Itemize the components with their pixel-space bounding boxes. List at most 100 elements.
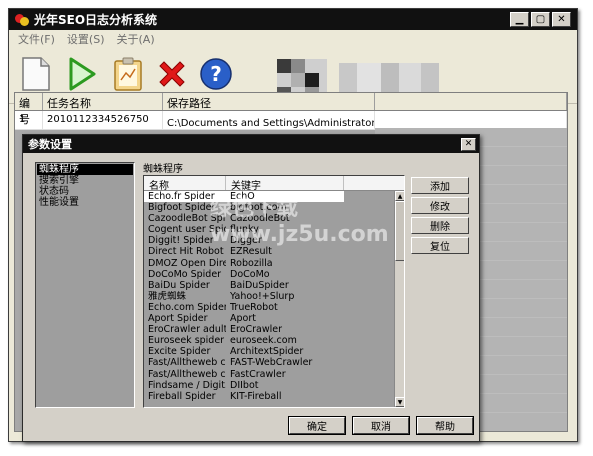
spider-name: Echo.fr Spider — [144, 191, 226, 203]
spider-keyword: CazoodleBot — [230, 213, 290, 225]
col-id-header[interactable]: 编号 — [15, 93, 43, 126]
table-row[interactable]: 雅虎蜘蛛 Yahoo!+Slurp — [144, 291, 404, 302]
spider-name: Excite Spider — [148, 346, 211, 358]
menu-settings[interactable]: 设置(S) — [67, 31, 105, 47]
spider-keyword: BaiDuSpider — [230, 279, 289, 291]
dialog-close-button[interactable]: ✕ — [461, 137, 476, 151]
app-logo-icon — [15, 13, 29, 26]
spider-grid-header: 名称 关键字 — [144, 176, 404, 192]
section-title: 蜘蛛程序 — [143, 164, 183, 175]
spider-keyword: FastCrawler — [230, 368, 286, 380]
table-row[interactable]: Fast/Alltheweb c... FAST-WebCrawler — [144, 357, 404, 368]
add-button[interactable]: 添加 — [411, 177, 469, 194]
col-keyword[interactable]: 关键字 — [226, 176, 344, 192]
delete-button[interactable]: 删除 — [411, 217, 469, 234]
scroll-down-icon[interactable]: ▼ — [395, 397, 404, 407]
spider-keyword: EchO — [226, 191, 344, 203]
spider-name: Euroseek spider — [148, 335, 225, 347]
table-row[interactable]: Echo.com Spider TrueRobot — [144, 302, 404, 313]
minimize-button[interactable]: ▁ — [510, 12, 529, 27]
table-row[interactable]: Aport Spider Aport — [144, 313, 404, 324]
spider-name: CazoodleBot Spi... — [148, 213, 226, 225]
table-row[interactable]: DoCoMo Spider DoCoMo — [144, 269, 404, 280]
spider-name: Bigfoot Spider — [148, 202, 216, 214]
spider-keyword: bigfoot.com — [230, 202, 287, 214]
maximize-button[interactable]: ▢ — [531, 12, 550, 27]
spider-keyword: DoCoMo — [230, 268, 270, 280]
menu-file[interactable]: 文件(F) — [18, 31, 55, 47]
spider-keyword: FAST-WebCrawler — [230, 357, 313, 369]
spider-name: Findsame / Digit... — [148, 379, 226, 391]
spider-keyword: euroseek.com — [230, 335, 297, 347]
col-path-header[interactable]: 保存路径 — [163, 93, 375, 110]
spider-name: DMOZ Open Dire... — [148, 257, 226, 269]
help-icon[interactable]: ? — [197, 55, 235, 93]
settings-tree: 蜘蛛程序 搜索引擎 状态码 性能设置 — [35, 162, 135, 408]
scroll-up-icon[interactable]: ▲ — [395, 191, 404, 201]
spider-name: Direct Hit Robot — [148, 246, 224, 258]
table-row[interactable]: Bigfoot Spider bigfoot.com — [144, 202, 404, 213]
blurred-banner — [339, 63, 439, 95]
edit-button[interactable]: 修改 — [411, 197, 469, 214]
spider-name: Fast/Alltheweb c... — [148, 368, 226, 380]
menu-about[interactable]: 关于(A) — [117, 31, 155, 47]
ok-button[interactable]: 确定 — [288, 416, 346, 435]
spider-name: EroCrawler adult... — [148, 324, 226, 336]
dialog-title: 参数设置 — [28, 138, 72, 151]
table-row[interactable]: Fireball Spider KIT-Fireball — [144, 391, 404, 402]
task-path: C:\Documents and Settings\Administrator\… — [163, 111, 375, 129]
tree-item-engines[interactable]: 搜索引擎 — [37, 175, 133, 186]
spider-name: Diggit! Spider — [148, 235, 214, 247]
help-button[interactable]: 帮助 — [416, 416, 474, 435]
tree-item-spiders[interactable]: 蜘蛛程序 — [37, 164, 133, 175]
scroll-thumb[interactable] — [395, 201, 404, 261]
spider-name: BaiDu Spider — [148, 279, 210, 291]
col-spider-name[interactable]: 名称 — [144, 176, 226, 192]
spider-grid[interactable]: 名称 关键字 Echo.fr Spider EchO Bigfoot Spider b… — [143, 175, 405, 408]
new-icon[interactable] — [17, 55, 55, 93]
task-id: 1 — [15, 111, 43, 129]
svg-text:?: ? — [210, 62, 222, 86]
tree-item-status-codes[interactable]: 状态码 — [37, 186, 133, 197]
delete-icon[interactable] — [153, 55, 191, 93]
spider-name: DoCoMo Spider — [148, 268, 222, 280]
col-name-header[interactable]: 任务名称 — [43, 93, 163, 110]
spider-keyword: Digger — [230, 235, 262, 247]
table-row[interactable]: BaiDu Spider BaiDuSpider — [144, 280, 404, 291]
table-row[interactable]: Direct Hit Robot EZResult — [144, 246, 404, 257]
close-button[interactable]: ✕ — [552, 12, 571, 27]
spider-name: Aport Spider — [148, 313, 208, 325]
cancel-button[interactable]: 取消 — [352, 416, 410, 435]
table-row[interactable]: Euroseek spider euroseek.com — [144, 335, 404, 346]
spider-keyword: Aport — [230, 313, 256, 325]
spider-keyword: Robozilla — [230, 257, 273, 269]
grid-scrollbar[interactable]: ▲ ▼ — [394, 191, 404, 407]
spider-name: Echo.com Spider — [148, 301, 226, 313]
table-row[interactable]: Findsame / Digit... DIIbot — [144, 380, 404, 391]
spider-keyword: EroCrawler — [230, 324, 283, 336]
spider-rows: Echo.fr Spider EchO Bigfoot Spider bigfoot.… — [144, 191, 404, 402]
table-row[interactable]: Cogent user Spider flunky — [144, 224, 404, 235]
spider-keyword: DIIbot — [230, 379, 259, 391]
spider-name: 雅虎蜘蛛 — [148, 290, 187, 302]
play-icon[interactable] — [63, 55, 101, 93]
clipboard-icon[interactable] — [109, 55, 147, 93]
table-row[interactable]: DMOZ Open Dire... Robozilla — [144, 258, 404, 269]
col-blank-header — [375, 93, 567, 110]
tree-item-performance[interactable]: 性能设置 — [37, 197, 133, 208]
task-list-header: 编号 任务名称 保存路径 — [15, 93, 567, 126]
reset-button[interactable]: 复位 — [411, 237, 469, 254]
table-row[interactable]: CazoodleBot Spi... CazoodleBot — [144, 213, 404, 224]
spider-keyword: KIT-Fireball — [230, 390, 282, 402]
window-title: 光年SEO日志分析系统 — [34, 13, 158, 27]
table-row[interactable]: Excite Spider ArchitextSpider — [144, 346, 404, 357]
table-row[interactable]: EroCrawler adult... EroCrawler — [144, 324, 404, 335]
spider-keyword: EZResult — [230, 246, 272, 258]
spider-keyword: ArchitextSpider — [230, 346, 304, 358]
spider-name: Cogent user Spider — [148, 224, 226, 236]
table-row[interactable]: Fast/Alltheweb c... FastCrawler — [144, 369, 404, 380]
table-row[interactable]: Echo.fr Spider EchO — [144, 191, 404, 203]
settings-dialog: 参数设置 ✕ 蜘蛛程序 搜索引擎 状态码 性能设置 蜘蛛程序 名称 关键字 Ec… — [22, 134, 480, 442]
table-row[interactable]: Diggit! Spider Digger — [144, 235, 404, 246]
menu-bar: 文件(F) 设置(S) 关于(A) — [9, 30, 577, 47]
